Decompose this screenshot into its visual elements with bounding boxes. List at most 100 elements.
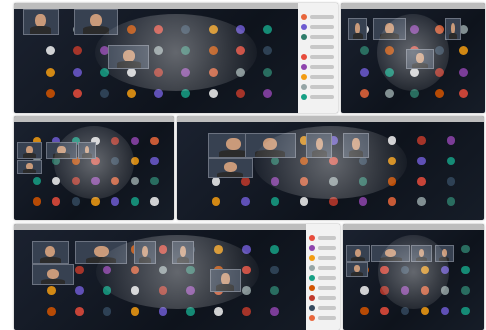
participant-avatar (74, 286, 84, 295)
participant-avatar (71, 197, 81, 206)
screen-glare (54, 126, 134, 200)
photo-mid-left (14, 116, 174, 220)
photo-bottom-left (14, 224, 340, 330)
photo-mid-right (177, 116, 484, 220)
participant-avatar (45, 67, 55, 77)
person-face (44, 245, 56, 258)
participant-list-item (310, 35, 334, 39)
participant-list-avatar (309, 275, 315, 281)
participant-avatar (417, 136, 426, 145)
participant-avatar (358, 197, 368, 206)
person-body (352, 33, 363, 40)
participant-avatar (461, 286, 470, 295)
participant-avatar (130, 136, 140, 145)
participant-avatar (72, 88, 82, 98)
participant-list-item (318, 236, 336, 240)
participant-avatar (417, 197, 426, 206)
participant-list-avatar (301, 94, 307, 100)
participant-video-tile (348, 18, 368, 41)
participant-avatar (360, 67, 370, 77)
person-body (351, 256, 365, 262)
participant-list-avatar (309, 315, 315, 321)
participant-list-item (310, 75, 334, 79)
person-face (354, 248, 362, 257)
participants-panel (298, 3, 338, 113)
participant-list-item (310, 45, 334, 49)
person-body (22, 169, 37, 174)
participant-avatar (360, 306, 369, 316)
participant-list-avatar (301, 44, 307, 50)
participant-avatar (102, 306, 112, 316)
person-face (46, 268, 60, 280)
participant-avatar (52, 197, 61, 206)
screen-glare (253, 126, 408, 200)
participant-avatar (262, 24, 272, 34)
participant-list-avatar (309, 235, 315, 241)
person-face (225, 137, 241, 151)
participant-avatar (32, 197, 41, 206)
participant-list-avatar (301, 64, 307, 70)
participant-avatar (417, 156, 426, 166)
participant-list-item (318, 246, 336, 250)
participant-list-item (310, 55, 334, 59)
screen-glare (95, 14, 257, 91)
person-body (217, 171, 244, 178)
participant-avatar (461, 306, 470, 316)
monitor-bezel (14, 3, 338, 9)
photo-top-left (14, 3, 338, 113)
person-face (355, 22, 361, 34)
participant-list-item (310, 25, 334, 29)
participant-avatar (242, 306, 251, 316)
participant-video-tile (444, 18, 462, 41)
person-body (448, 33, 458, 40)
participant-list-item (310, 65, 334, 69)
person-body (350, 272, 363, 276)
participant-avatar (262, 67, 272, 77)
participant-avatar (235, 88, 245, 98)
photo-bottom-right (343, 224, 484, 330)
participants-panel (306, 224, 340, 330)
participant-list-item (318, 296, 336, 300)
person-body (30, 26, 51, 34)
participant-video-tile (17, 159, 42, 175)
participant-list-avatar (301, 84, 307, 90)
participant-list-avatar (309, 265, 315, 271)
participant-avatar (262, 88, 272, 98)
participant-avatar (45, 46, 55, 56)
person-face (450, 22, 456, 34)
participant-video-tile (345, 245, 371, 263)
participant-avatar (446, 197, 456, 206)
participant-avatar (72, 67, 82, 77)
participant-avatar (72, 46, 82, 56)
participant-list-avatar (301, 54, 307, 60)
screen-glare (377, 14, 449, 91)
participant-avatar (150, 177, 159, 186)
participant-avatar (461, 244, 470, 254)
participant-avatar (46, 286, 56, 295)
monitor-bezel (343, 224, 484, 230)
participant-avatar (74, 265, 84, 275)
monitor-bezel (14, 116, 174, 122)
participant-list-item (310, 95, 334, 99)
participant-list-item (318, 286, 336, 290)
participant-avatar (214, 306, 224, 316)
participant-video-tile (31, 264, 75, 286)
person-body (218, 149, 248, 157)
participant-avatar (111, 197, 120, 206)
person-body (40, 278, 66, 285)
participant-avatar (208, 88, 218, 98)
photo-top-right (341, 3, 485, 113)
participant-avatar (270, 197, 280, 206)
person-body (39, 256, 61, 264)
monitor-bezel (341, 3, 485, 9)
participant-list-avatar (301, 34, 307, 40)
participant-avatar (150, 136, 159, 145)
participant-list-avatar (309, 305, 315, 311)
participant-avatar (270, 286, 279, 295)
participant-list-item (310, 85, 334, 89)
person-face (223, 161, 237, 173)
participant-avatar (45, 88, 55, 98)
screen-glare (378, 234, 449, 309)
participant-list-avatar (301, 24, 307, 30)
participant-video-tile (22, 8, 59, 35)
